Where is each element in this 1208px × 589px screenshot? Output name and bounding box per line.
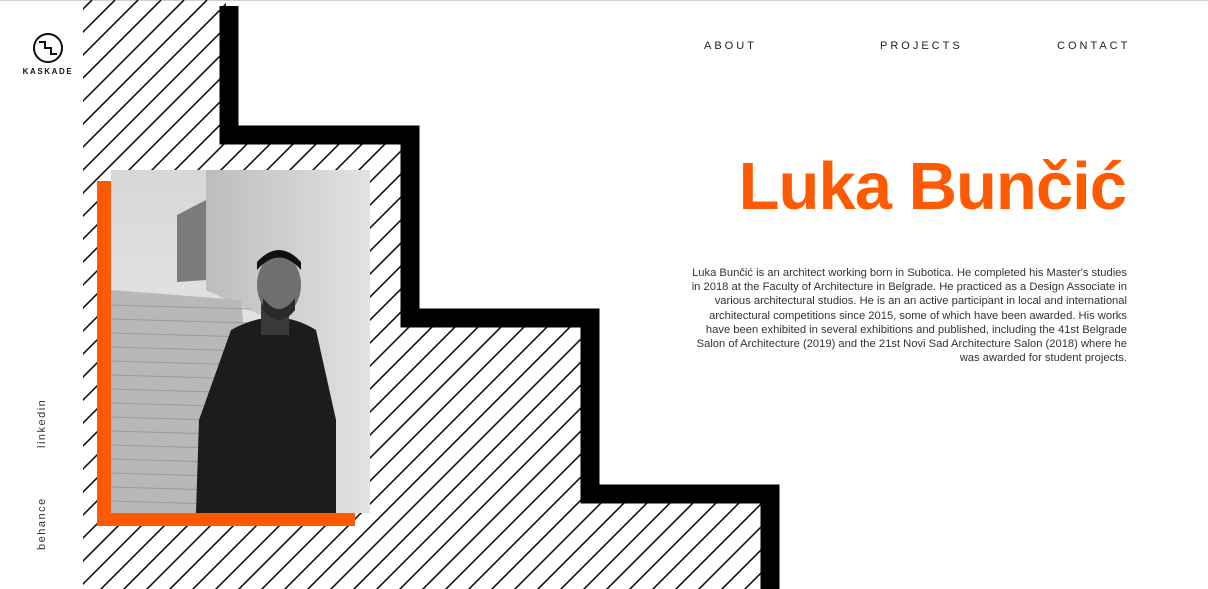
behance-link[interactable]: behance (36, 497, 48, 550)
nav-contact[interactable]: CONTACT (1057, 40, 1130, 52)
hero-bio: Luka Bunčić is an architect working born… (691, 267, 1127, 365)
hero-name: Luka Bunčić (738, 149, 1127, 224)
linkedin-link[interactable]: linkedin (36, 399, 48, 448)
nav-projects[interactable]: PROJECTS (880, 40, 963, 52)
portrait-photo (111, 170, 370, 513)
